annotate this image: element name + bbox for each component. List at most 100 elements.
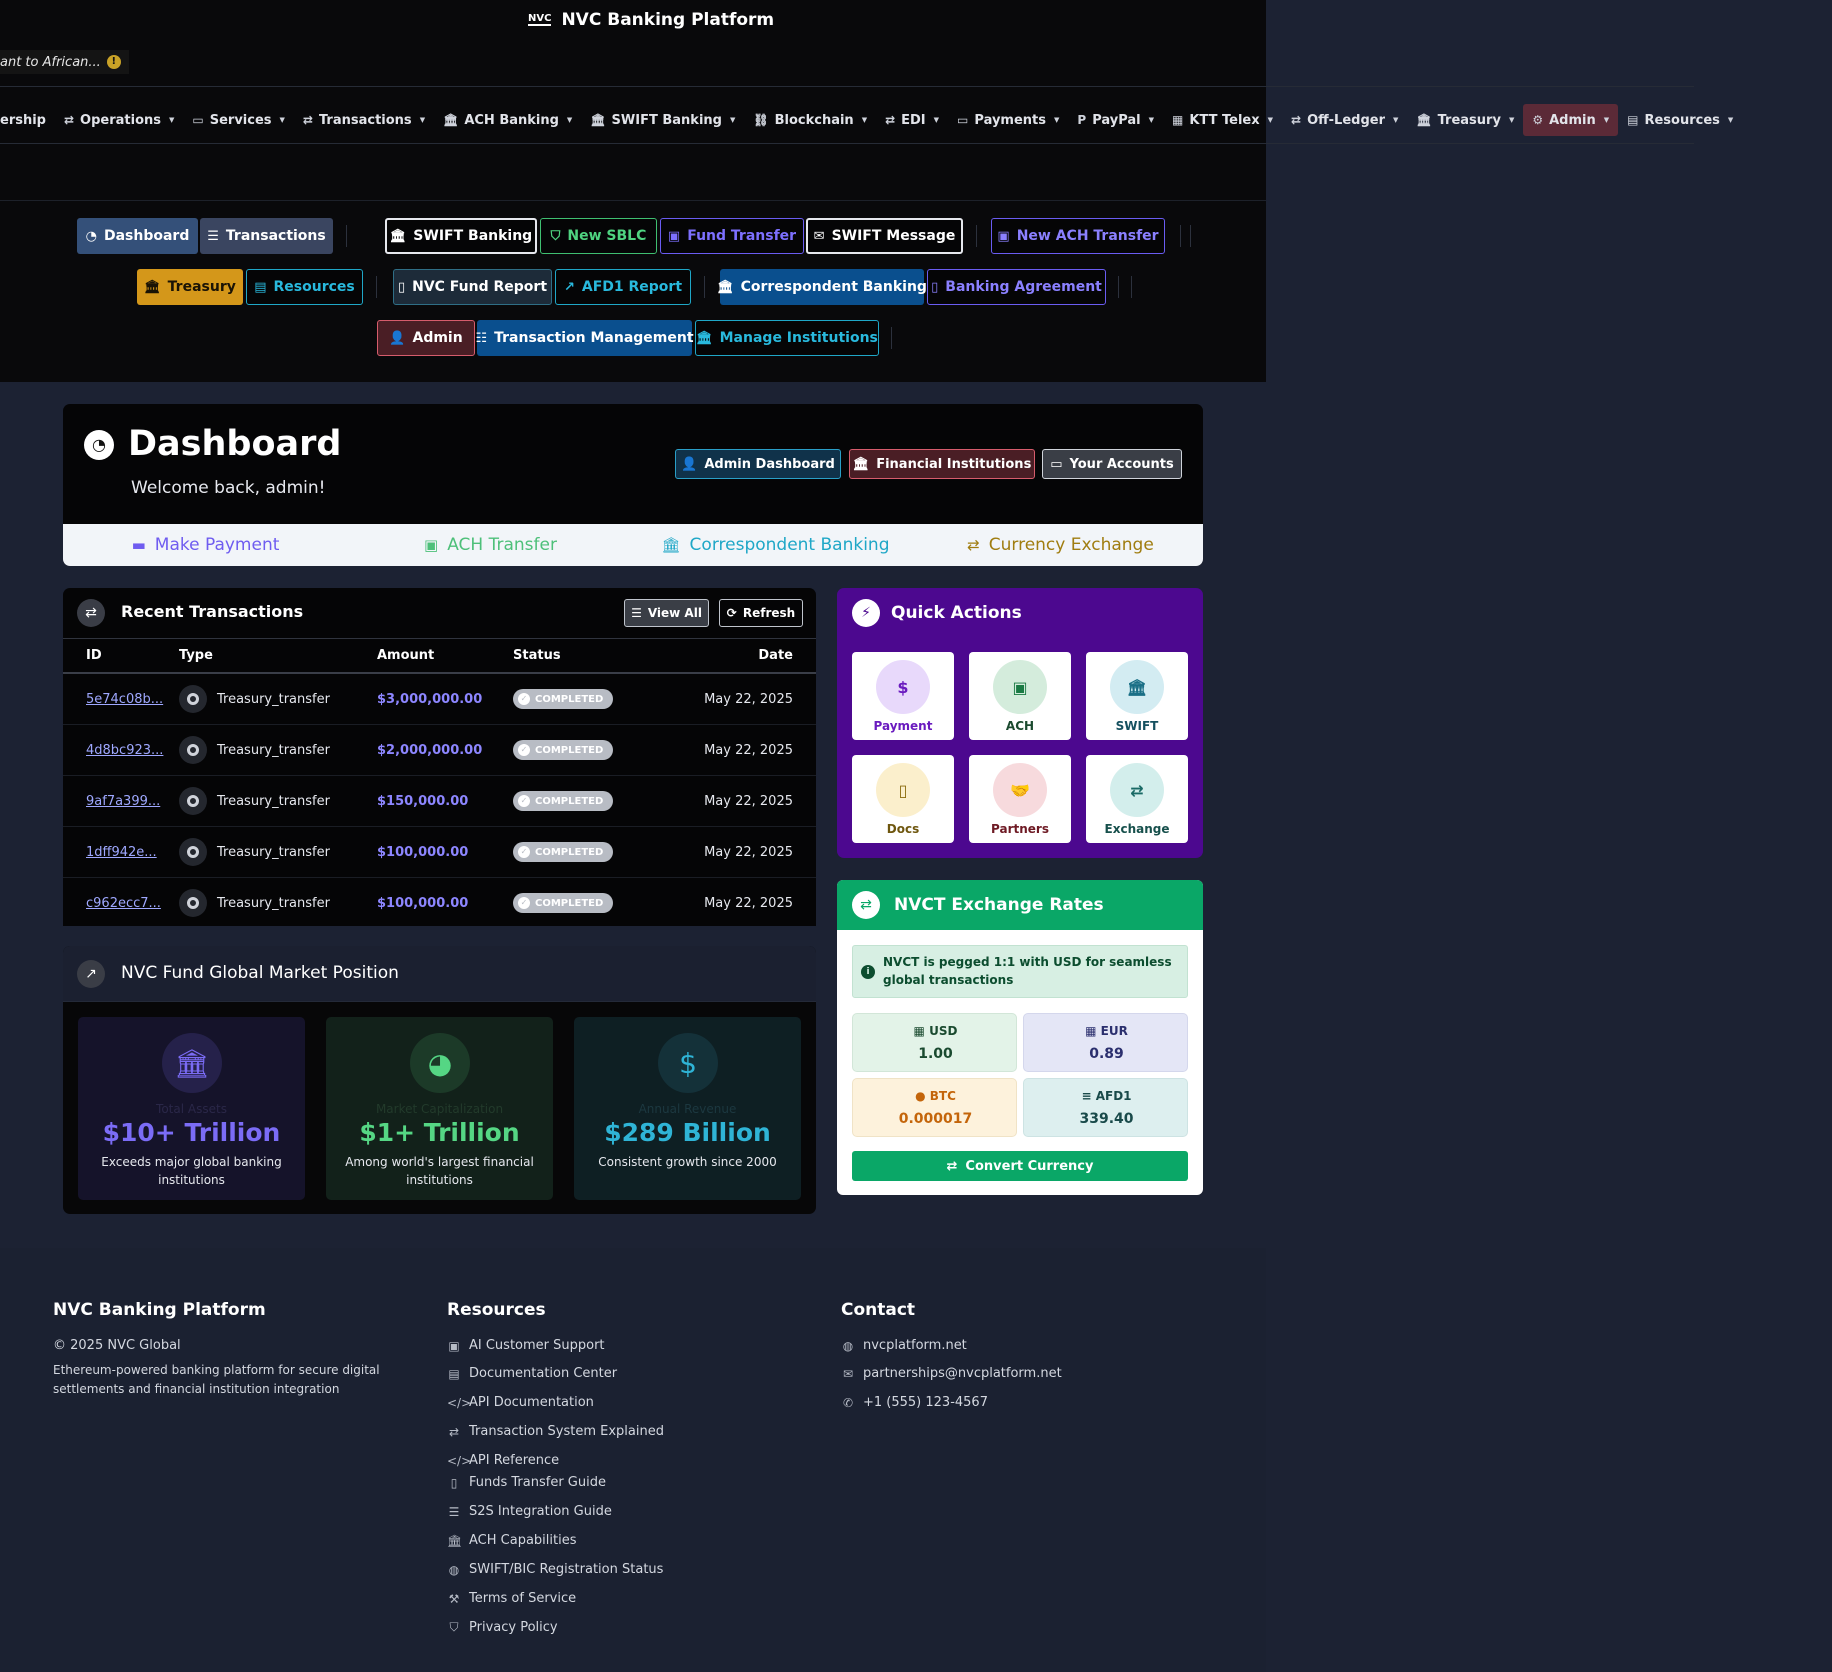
transaction-amount: $100,000.00 [377,895,469,911]
nav-item-ach-banking[interactable]: 🏛 ACH Banking ▼ [434,104,581,136]
copyright: © 2025 NVC Global [53,1338,181,1353]
transaction-id-link[interactable]: 9af7a399... [86,794,160,809]
separator [704,276,705,298]
nav-label: EDI [901,112,926,128]
footer-link-phone[interactable]: ✆ +1 (555) 123-4567 [841,1395,988,1410]
brand-logo: NVC [528,13,552,26]
footer-link-ach-capabilities[interactable]: 🏛 ACH Capabilities [447,1533,576,1548]
quick-action-payment[interactable]: $ Payment [852,652,954,740]
transaction-amount: $2,000,000.00 [377,742,483,758]
exchange-icon: ⇄ [63,113,75,127]
nav-item-partnership[interactable]: ership [0,104,55,136]
quick-afd1-report-button[interactable]: ↗ AFD1 Report [555,269,691,305]
your-accounts-button[interactable]: ▭ Your Accounts [1042,449,1182,479]
nav-item-off-ledger[interactable]: ⇄ Off-Ledger ▼ [1282,104,1407,136]
quick-action-exchange[interactable]: ⇄ Exchange [1086,755,1188,843]
rate-usd: ▦ USD 1.00 [852,1013,1017,1072]
quick-fund-transfer-button[interactable]: ▣ Fund Transfer [660,218,804,254]
footer-link-api-documentation[interactable]: </> API Documentation [447,1395,594,1410]
nav-item-resources[interactable]: ▤ Resources ▼ [1618,104,1742,136]
check-icon: ✓ [518,693,530,705]
nav-item-blockchain[interactable]: ⛓ Blockchain ▼ [744,104,876,136]
tab-make-payment[interactable]: ▬ Make Payment [63,535,348,555]
quick-swift-banking-button[interactable]: 🏛 SWIFT Banking [385,218,537,254]
quick-banking-agreement-button[interactable]: ▯ Banking Agreement [927,269,1106,305]
transaction-id-link[interactable]: 4d8bc923... [86,743,163,758]
column-header: Amount [377,648,435,663]
link-text: AI Customer Support [469,1338,605,1353]
nav-item-treasury[interactable]: 🏛 Treasury ▼ [1407,104,1523,136]
footer-link-documentation-center[interactable]: ▤ Documentation Center [447,1366,617,1381]
quick-action-partners[interactable]: 🤝 Partners [969,755,1071,843]
book-icon: ▤ [1627,113,1639,127]
table-row: 1dff942e... Treasury_transfer $100,000.0… [63,827,816,878]
admin-dashboard-button[interactable]: 👤 Admin Dashboard [675,449,841,479]
gauge-icon: ◔ [84,430,114,460]
transaction-id-link[interactable]: 5e74c08b... [86,692,163,707]
quick-transaction-management-button[interactable]: ☷ Transaction Management [475,320,694,356]
quick-new-ach-transfer-button[interactable]: ▣ New ACH Transfer [991,218,1165,254]
tab-label: ACH Transfer [447,535,557,555]
nav-label: Transactions [318,112,412,128]
envelope-icon: ✉ [842,1366,854,1381]
transaction-id-link[interactable]: 1dff942e... [86,845,157,860]
quick-dashboard-button[interactable]: ◔ Dashboard [77,218,198,254]
phone-icon: ✆ [842,1395,854,1410]
user-gear-icon: 👤 [389,330,406,346]
user-gear-icon: 👤 [681,456,698,472]
nav-item-admin[interactable]: ⚙ Admin ▼ [1523,104,1619,136]
footer-link-email[interactable]: ✉ partnerships@nvcplatform.net [841,1366,1062,1381]
transaction-id-link[interactable]: c962ecc7... [86,896,161,911]
tab-currency-exchange[interactable]: ⇄ Currency Exchange [918,535,1203,555]
quick-nvc-fund-report-button[interactable]: ▯ NVC Fund Report [393,269,552,305]
transaction-amount: $3,000,000.00 [377,691,483,707]
nav-item-edi[interactable]: ⇄ EDI ▼ [876,104,948,136]
quick-new-sblc-button[interactable]: ⛉ New SBLC [540,218,657,254]
footer-link-s2s-integration-guide[interactable]: ☰ S2S Integration Guide [447,1504,612,1519]
nav-item-paypal[interactable]: P PayPal ▼ [1068,104,1163,136]
tab-ach-transfer[interactable]: ▣ ACH Transfer [348,535,633,555]
link-text: ACH Capabilities [469,1533,577,1548]
quick-action-docs[interactable]: ▯ Docs [852,755,954,843]
quick-admin-button[interactable]: 👤 Admin [377,320,475,356]
brand[interactable]: NVC NVC Banking Platform [528,10,774,30]
quick-swift-message-button[interactable]: ✉ SWIFT Message [806,218,963,254]
footer-link-ai-support[interactable]: ▣ AI Customer Support [447,1338,605,1353]
convert-currency-button[interactable]: ⇄ Convert Currency [852,1151,1188,1181]
quick-correspondent-banking-button[interactable]: 🏛 Correspondent Banking [717,269,927,305]
view-all-button[interactable]: ☰ View All [624,599,709,627]
footer-link-terms-of-service[interactable]: ⚒ Terms of Service [447,1591,577,1606]
transaction-date: May 22, 2025 [704,793,793,809]
footer-link-swift-bic-status[interactable]: ◍ SWIFT/BIC Registration Status [447,1562,664,1577]
footer-link-funds-transfer-guide[interactable]: ▯ Funds Transfer Guide [447,1475,606,1490]
nav-item-transactions[interactable]: ⇄ Transactions ▼ [294,104,434,136]
tab-correspondent-banking[interactable]: 🏛 Correspondent Banking [633,535,918,555]
nav-label: KTT Telex [1189,112,1260,128]
financial-institutions-button[interactable]: 🏛 Financial Institutions [849,449,1035,479]
footer-link-website[interactable]: ◍ nvcplatform.net [841,1338,967,1353]
nav-item-services[interactable]: ▭ Services ▼ [183,104,294,136]
footer-link-api-reference[interactable]: </> API Reference [447,1453,559,1468]
quick-transactions-button[interactable]: ☰ Transactions [200,218,333,254]
nav-item-payments[interactable]: ▭ Payments ▼ [948,104,1068,136]
nav-item-swift-banking[interactable]: 🏛 SWIFT Banking ▼ [581,104,744,136]
quick-action-swift[interactable]: 🏛 SWIFT [1086,652,1188,740]
quick-treasury-button[interactable]: 🏛 Treasury [137,269,243,305]
quick-manage-institutions-button[interactable]: 🏛 Manage Institutions [695,320,879,356]
nav-label: Operations [80,112,161,128]
column-header: Status [513,648,561,663]
footer-link-transaction-system[interactable]: ⇄ Transaction System Explained [447,1424,664,1439]
footer-link-privacy-policy[interactable]: ⛉ Privacy Policy [447,1620,557,1635]
table-row: 9af7a399... Treasury_transfer $150,000.0… [63,776,816,827]
link-text: S2S Integration Guide [469,1504,612,1519]
refresh-button[interactable]: ⟳ Refresh [719,599,803,627]
quick-resources-button[interactable]: ▤ Resources [246,269,363,305]
column-header: Date [758,648,793,663]
nav-item-ktt-telex[interactable]: ▦ KTT Telex ▼ [1163,104,1282,136]
link-text: Documentation Center [469,1366,618,1381]
shield-icon: ⛉ [550,228,561,244]
quick-action-ach[interactable]: ▣ ACH [969,652,1071,740]
news-ticker[interactable]: ant to African... ! [0,50,129,74]
nav-item-operations[interactable]: ⇄ Operations ▼ [55,104,183,136]
globe-icon: ◍ [448,1562,460,1577]
